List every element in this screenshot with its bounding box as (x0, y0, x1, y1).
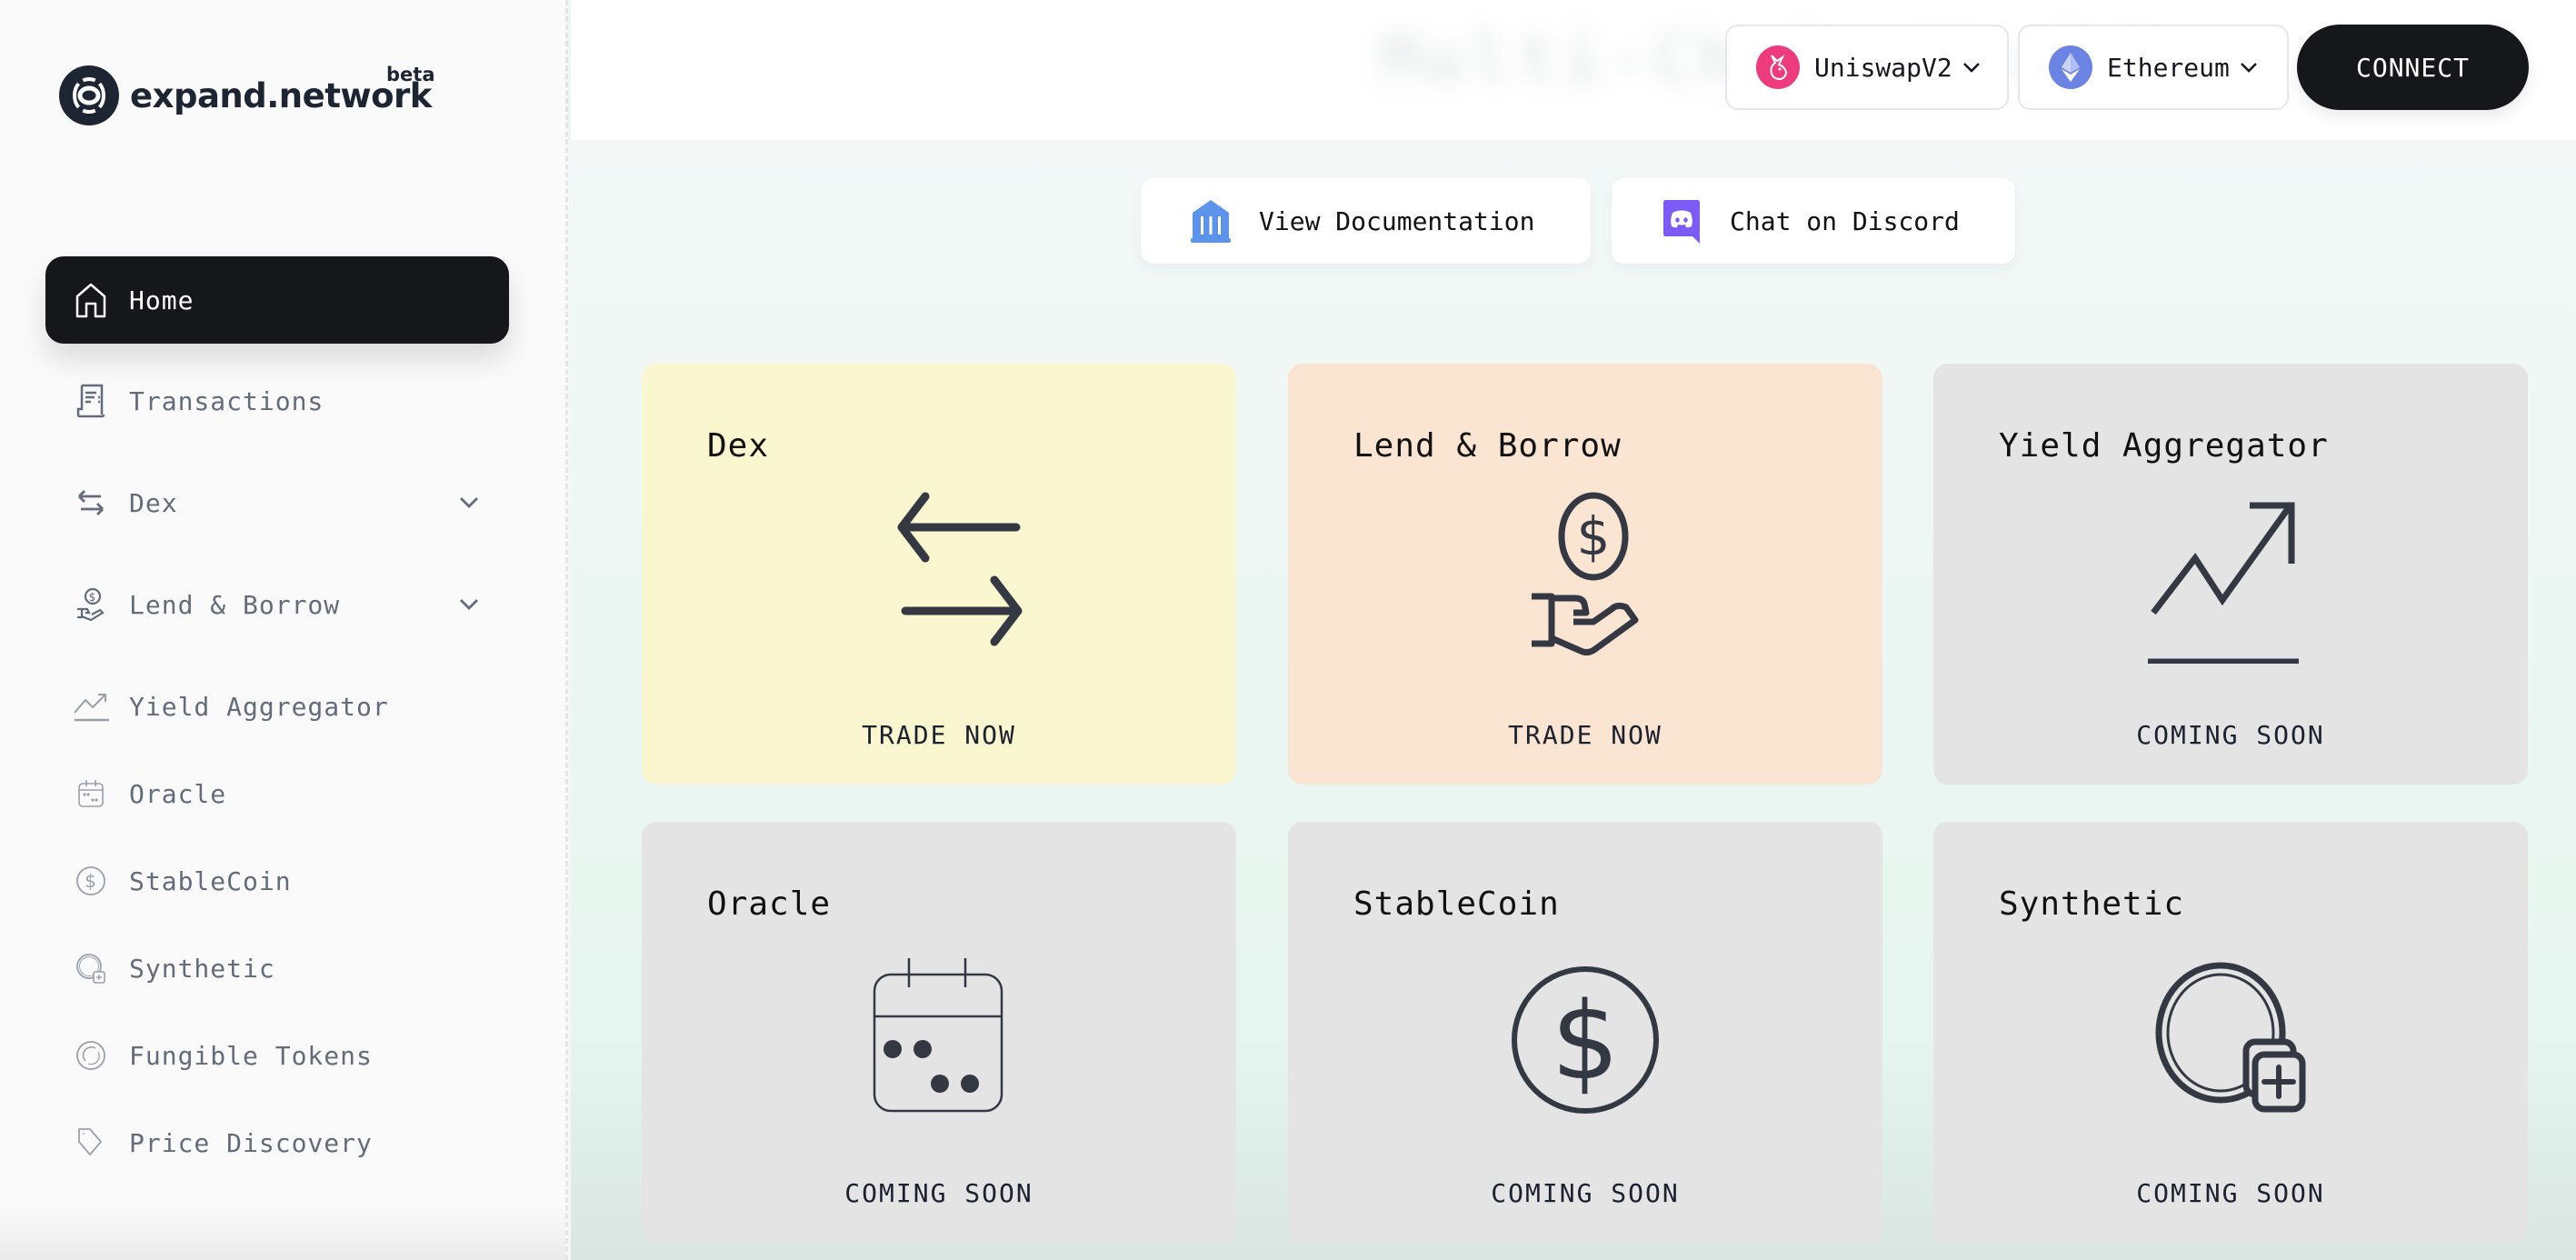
card-lend-borrow[interactable]: Lend & Borrow $ TRADE NOW (1288, 364, 1882, 785)
view-documentation-button[interactable]: View Documentation (1141, 178, 1591, 264)
sidebar-item-fungible-tokens[interactable]: Fungible Tokens (45, 1012, 509, 1099)
dex-selector-value: UniswapV2 (1814, 52, 1952, 83)
discord-icon (1659, 198, 1704, 244)
svg-text:$: $ (89, 591, 97, 604)
card-stablecoin[interactable]: StableCoin $ COMING SOON (1288, 822, 1882, 1243)
sidebar: expand.network beta Home Transactions De… (0, 0, 568, 1260)
chevron-down-icon (2240, 63, 2257, 73)
token-icon (73, 1037, 109, 1074)
coming-soon-label: COMING SOON (844, 1178, 1033, 1208)
hand-coin-icon: $ (1499, 491, 1672, 664)
sidebar-item-yield-aggregator[interactable]: Yield Aggregator (45, 663, 509, 750)
sidebar-item-price-discovery[interactable]: Price Discovery (45, 1099, 509, 1186)
sidebar-item-label: Synthetic (129, 953, 275, 984)
calendar-icon (73, 775, 109, 812)
card-title: Yield Aggregator (1999, 427, 2329, 465)
sidebar-item-lend-borrow[interactable]: $ Lend & Borrow (45, 561, 509, 648)
bank-icon (1188, 198, 1233, 244)
sidebar-item-home[interactable]: Home (45, 256, 509, 344)
sidebar-item-dex[interactable]: Dex (45, 459, 509, 546)
sidebar-item-transactions[interactable]: Transactions (45, 357, 509, 445)
coming-soon-label: COMING SOON (1491, 1178, 1680, 1208)
receipt-icon (73, 383, 109, 419)
swap-arrows-icon (853, 491, 1025, 664)
chain-selector[interactable]: Ethereum (2018, 25, 2289, 110)
tag-icon (73, 1125, 109, 1161)
calendar-icon (853, 949, 1025, 1122)
card-title: StableCoin (1353, 885, 1560, 923)
sidebar-item-label: Oracle (129, 778, 227, 809)
brand-logo[interactable]: expand.network beta (59, 64, 435, 125)
chevron-down-icon[interactable] (458, 494, 480, 512)
trend-up-icon (73, 688, 109, 725)
card-title: Dex (707, 427, 770, 465)
card-title: Lend & Borrow (1353, 427, 1622, 465)
uniswap-unicorn-icon (1756, 45, 1800, 89)
expand-logo-icon (59, 65, 119, 125)
sidebar-item-label: Home (129, 285, 195, 315)
sidebar-item-synthetic[interactable]: Synthetic (45, 925, 509, 1012)
view-documentation-label: View Documentation (1259, 205, 1535, 236)
svg-text:$: $ (1577, 505, 1611, 567)
coming-soon-label: COMING SOON (2136, 720, 2325, 750)
beta-badge: beta (386, 64, 435, 85)
coin-plus-icon (73, 950, 109, 986)
sidebar-item-oracle[interactable]: Oracle (45, 750, 509, 837)
chat-on-discord-button[interactable]: Chat on Discord (1612, 178, 2015, 264)
ethereum-icon (2049, 45, 2092, 89)
card-yield-aggregator[interactable]: Yield Aggregator COMING SOON (1933, 364, 2528, 785)
card-dex[interactable]: Dex TRADE NOW (642, 364, 1236, 785)
chevron-down-icon[interactable] (458, 595, 480, 614)
sidebar-item-label: Price Discovery (129, 1127, 373, 1158)
coin-plus-icon (2144, 949, 2317, 1122)
card-title: Synthetic (1999, 885, 2185, 923)
hand-coin-icon: $ (73, 586, 109, 623)
sidebar-item-label: Fungible Tokens (129, 1040, 373, 1071)
trade-now-button[interactable]: TRADE NOW (642, 720, 1236, 750)
chat-on-discord-label: Chat on Discord (1730, 205, 1960, 236)
home-icon (73, 282, 109, 318)
connect-wallet-button[interactable]: CONNECT (2297, 25, 2529, 110)
svg-text:$: $ (1551, 978, 1619, 1104)
chain-selector-value: Ethereum (2107, 52, 2230, 83)
sidebar-item-stablecoin[interactable]: $ StableCoin (45, 837, 509, 925)
trade-now-button[interactable]: TRADE NOW (1288, 720, 1882, 750)
card-synthetic[interactable]: Synthetic COMING SOON (1933, 822, 2528, 1243)
svg-text:$: $ (85, 870, 97, 892)
dex-selector[interactable]: UniswapV2 (1725, 25, 2009, 110)
coming-soon-label: COMING SOON (2136, 1178, 2325, 1208)
swap-arrows-icon (73, 485, 109, 521)
card-oracle[interactable]: Oracle COMING SOON (642, 822, 1236, 1243)
sidebar-item-label: Lend & Borrow (129, 589, 341, 620)
sidebar-item-label: Yield Aggregator (129, 691, 389, 722)
card-title: Oracle (707, 885, 832, 923)
sidebar-item-label: Dex (129, 487, 178, 518)
chevron-down-icon (1962, 63, 1980, 73)
sidebar-item-label: StableCoin (129, 865, 292, 896)
sidebar-item-label: Transactions (129, 385, 324, 416)
trend-up-icon (2144, 491, 2317, 664)
dollar-coin-icon: $ (1499, 949, 1672, 1122)
dollar-coin-icon: $ (73, 863, 109, 899)
